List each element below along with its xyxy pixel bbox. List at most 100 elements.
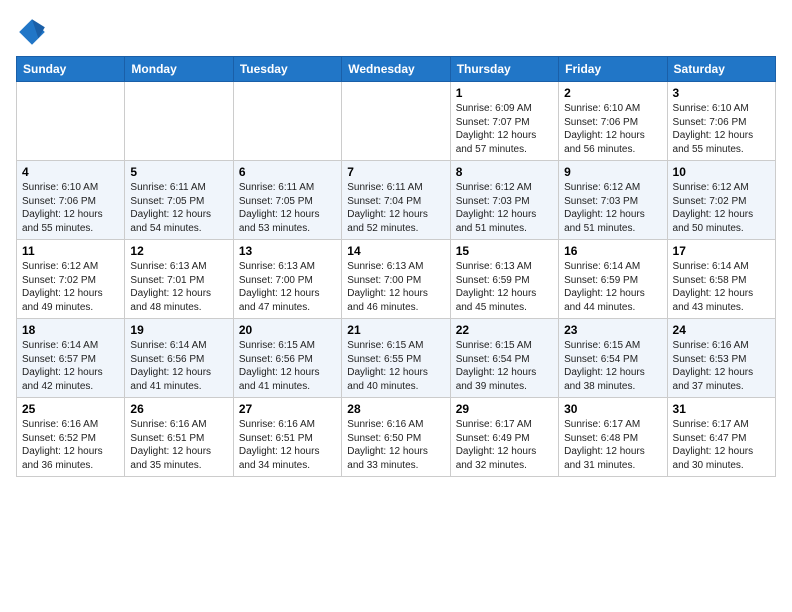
day-info: Sunrise: 6:11 AM Sunset: 7:05 PM Dayligh… bbox=[130, 181, 227, 235]
day-info: Sunrise: 6:17 AM Sunset: 6:47 PM Dayligh… bbox=[673, 418, 770, 472]
day-number: 15 bbox=[456, 244, 553, 258]
day-number: 3 bbox=[673, 86, 770, 100]
day-number: 11 bbox=[22, 244, 119, 258]
day-info: Sunrise: 6:10 AM Sunset: 7:06 PM Dayligh… bbox=[22, 181, 119, 235]
calendar-cell: 6 Sunrise: 6:11 AM Sunset: 7:05 PM Daylig… bbox=[233, 161, 341, 240]
day-info: Sunrise: 6:12 AM Sunset: 7:02 PM Dayligh… bbox=[22, 260, 119, 314]
calendar-cell: 9Sunrise: 6:12 AM Sunset: 7:03 PM Daylig… bbox=[559, 161, 667, 240]
day-number: 4 bbox=[22, 165, 119, 179]
day-number: 13 bbox=[239, 244, 336, 258]
weekday-header-sunday: Sunday bbox=[17, 57, 125, 82]
weekday-header-tuesday: Tuesday bbox=[233, 57, 341, 82]
calendar-cell: 16Sunrise: 6:14 AM Sunset: 6:59 PM Dayli… bbox=[559, 240, 667, 319]
day-info: Sunrise: 6:16 AM Sunset: 6:53 PM Dayligh… bbox=[673, 339, 770, 393]
day-number: 20 bbox=[239, 323, 336, 337]
weekday-header-thursday: Thursday bbox=[450, 57, 558, 82]
day-info: Sunrise: 6:15 AM Sunset: 6:54 PM Dayligh… bbox=[564, 339, 661, 393]
calendar-cell: 27 Sunrise: 6:16 AM Sunset: 6:51 PM Dayli… bbox=[233, 398, 341, 477]
weekday-header-friday: Friday bbox=[559, 57, 667, 82]
day-info: Sunrise: 6:15 AM Sunset: 6:54 PM Dayligh… bbox=[456, 339, 553, 393]
calendar-cell: 2 Sunrise: 6:10 AM Sunset: 7:06 PM Daylig… bbox=[559, 82, 667, 161]
day-info: Sunrise: 6:16 AM Sunset: 6:51 PM Dayligh… bbox=[130, 418, 227, 472]
day-info: Sunrise: 6:12 AM Sunset: 7:03 PM Dayligh… bbox=[564, 181, 661, 235]
calendar-cell: 17 Sunrise: 6:14 AM Sunset: 6:58 PM Dayli… bbox=[667, 240, 775, 319]
day-info: Sunrise: 6:11 AM Sunset: 7:04 PM Dayligh… bbox=[347, 181, 444, 235]
day-info: Sunrise: 6:11 AM Sunset: 7:05 PM Dayligh… bbox=[239, 181, 336, 235]
calendar-cell: 22 Sunrise: 6:15 AM Sunset: 6:54 PM Dayli… bbox=[450, 319, 558, 398]
day-info: Sunrise: 6:10 AM Sunset: 7:06 PM Dayligh… bbox=[673, 102, 770, 156]
logo bbox=[16, 16, 52, 48]
calendar-cell: 11 Sunrise: 6:12 AM Sunset: 7:02 PM Dayli… bbox=[17, 240, 125, 319]
day-info: Sunrise: 6:16 AM Sunset: 6:52 PM Dayligh… bbox=[22, 418, 119, 472]
day-number: 6 bbox=[239, 165, 336, 179]
calendar-cell: 19Sunrise: 6:14 AM Sunset: 6:56 PM Dayli… bbox=[125, 319, 233, 398]
day-number: 18 bbox=[22, 323, 119, 337]
day-number: 26 bbox=[130, 402, 227, 416]
day-info: Sunrise: 6:13 AM Sunset: 7:01 PM Dayligh… bbox=[130, 260, 227, 314]
day-info: Sunrise: 6:13 AM Sunset: 7:00 PM Dayligh… bbox=[347, 260, 444, 314]
calendar-cell bbox=[125, 82, 233, 161]
day-info: Sunrise: 6:15 AM Sunset: 6:56 PM Dayligh… bbox=[239, 339, 336, 393]
calendar-cell: 30Sunrise: 6:17 AM Sunset: 6:48 PM Dayli… bbox=[559, 398, 667, 477]
calendar-cell: 18Sunrise: 6:14 AM Sunset: 6:57 PM Dayli… bbox=[17, 319, 125, 398]
calendar-week-2: 4 Sunrise: 6:10 AM Sunset: 7:06 PM Daylig… bbox=[17, 161, 776, 240]
day-number: 24 bbox=[673, 323, 770, 337]
calendar-week-1: 1 Sunrise: 6:09 AM Sunset: 7:07 PM Daylig… bbox=[17, 82, 776, 161]
calendar-cell: 15Sunrise: 6:13 AM Sunset: 6:59 PM Dayli… bbox=[450, 240, 558, 319]
day-number: 30 bbox=[564, 402, 661, 416]
weekday-header-saturday: Saturday bbox=[667, 57, 775, 82]
day-info: Sunrise: 6:12 AM Sunset: 7:02 PM Dayligh… bbox=[673, 181, 770, 235]
day-number: 8 bbox=[456, 165, 553, 179]
calendar-cell: 8 Sunrise: 6:12 AM Sunset: 7:03 PM Daylig… bbox=[450, 161, 558, 240]
calendar-cell: 26 Sunrise: 6:16 AM Sunset: 6:51 PM Dayli… bbox=[125, 398, 233, 477]
day-number: 22 bbox=[456, 323, 553, 337]
day-info: Sunrise: 6:15 AM Sunset: 6:55 PM Dayligh… bbox=[347, 339, 444, 393]
day-number: 14 bbox=[347, 244, 444, 258]
calendar-cell: 25 Sunrise: 6:16 AM Sunset: 6:52 PM Dayli… bbox=[17, 398, 125, 477]
calendar-cell: 14 Sunrise: 6:13 AM Sunset: 7:00 PM Dayli… bbox=[342, 240, 450, 319]
calendar-cell: 3 Sunrise: 6:10 AM Sunset: 7:06 PM Daylig… bbox=[667, 82, 775, 161]
calendar-cell: 7 Sunrise: 6:11 AM Sunset: 7:04 PM Daylig… bbox=[342, 161, 450, 240]
day-info: Sunrise: 6:14 AM Sunset: 6:56 PM Dayligh… bbox=[130, 339, 227, 393]
calendar-cell: 29Sunrise: 6:17 AM Sunset: 6:49 PM Dayli… bbox=[450, 398, 558, 477]
day-number: 23 bbox=[564, 323, 661, 337]
day-number: 29 bbox=[456, 402, 553, 416]
day-number: 17 bbox=[673, 244, 770, 258]
day-info: Sunrise: 6:13 AM Sunset: 7:00 PM Dayligh… bbox=[239, 260, 336, 314]
day-number: 5 bbox=[130, 165, 227, 179]
day-number: 1 bbox=[456, 86, 553, 100]
calendar-cell: 21 Sunrise: 6:15 AM Sunset: 6:55 PM Dayli… bbox=[342, 319, 450, 398]
day-number: 10 bbox=[673, 165, 770, 179]
calendar-table: SundayMondayTuesdayWednesdayThursdayFrid… bbox=[16, 56, 776, 477]
calendar-cell: 4 Sunrise: 6:10 AM Sunset: 7:06 PM Daylig… bbox=[17, 161, 125, 240]
day-info: Sunrise: 6:10 AM Sunset: 7:06 PM Dayligh… bbox=[564, 102, 661, 156]
day-number: 31 bbox=[673, 402, 770, 416]
day-number: 21 bbox=[347, 323, 444, 337]
calendar-week-3: 11 Sunrise: 6:12 AM Sunset: 7:02 PM Dayli… bbox=[17, 240, 776, 319]
calendar-cell: 28Sunrise: 6:16 AM Sunset: 6:50 PM Dayli… bbox=[342, 398, 450, 477]
day-info: Sunrise: 6:12 AM Sunset: 7:03 PM Dayligh… bbox=[456, 181, 553, 235]
calendar-week-5: 25 Sunrise: 6:16 AM Sunset: 6:52 PM Dayli… bbox=[17, 398, 776, 477]
day-number: 28 bbox=[347, 402, 444, 416]
day-number: 7 bbox=[347, 165, 444, 179]
weekday-header-monday: Monday bbox=[125, 57, 233, 82]
calendar-cell: 20 Sunrise: 6:15 AM Sunset: 6:56 PM Dayli… bbox=[233, 319, 341, 398]
day-info: Sunrise: 6:14 AM Sunset: 6:58 PM Dayligh… bbox=[673, 260, 770, 314]
day-info: Sunrise: 6:16 AM Sunset: 6:51 PM Dayligh… bbox=[239, 418, 336, 472]
day-info: Sunrise: 6:09 AM Sunset: 7:07 PM Dayligh… bbox=[456, 102, 553, 156]
day-number: 2 bbox=[564, 86, 661, 100]
calendar-week-4: 18Sunrise: 6:14 AM Sunset: 6:57 PM Dayli… bbox=[17, 319, 776, 398]
calendar-cell bbox=[342, 82, 450, 161]
day-number: 16 bbox=[564, 244, 661, 258]
calendar-cell: 23 Sunrise: 6:15 AM Sunset: 6:54 PM Dayli… bbox=[559, 319, 667, 398]
calendar-cell bbox=[17, 82, 125, 161]
day-number: 27 bbox=[239, 402, 336, 416]
day-number: 12 bbox=[130, 244, 227, 258]
calendar-cell: 13 Sunrise: 6:13 AM Sunset: 7:00 PM Dayli… bbox=[233, 240, 341, 319]
logo-icon bbox=[16, 16, 48, 48]
calendar-cell: 10 Sunrise: 6:12 AM Sunset: 7:02 PM Dayli… bbox=[667, 161, 775, 240]
calendar-cell: 31 Sunrise: 6:17 AM Sunset: 6:47 PM Dayli… bbox=[667, 398, 775, 477]
day-number: 25 bbox=[22, 402, 119, 416]
weekday-header-wednesday: Wednesday bbox=[342, 57, 450, 82]
weekday-header-row: SundayMondayTuesdayWednesdayThursdayFrid… bbox=[17, 57, 776, 82]
